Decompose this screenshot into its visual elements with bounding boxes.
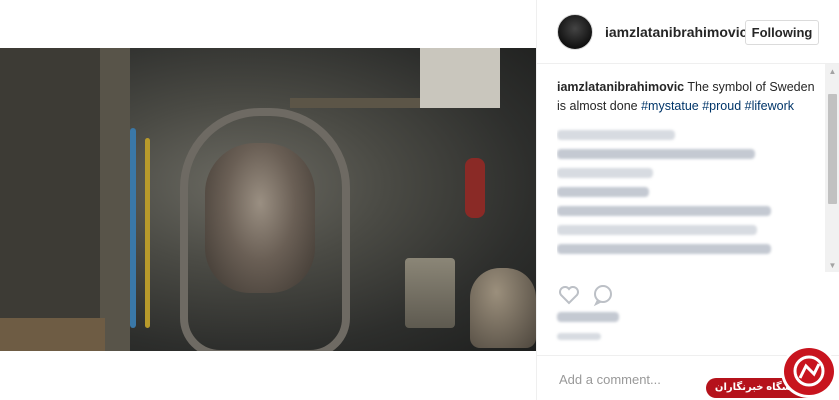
metal-bucket bbox=[405, 258, 455, 328]
hashtag-lifework[interactable]: #lifework bbox=[745, 99, 794, 113]
workshop-shelf bbox=[290, 98, 420, 108]
scroll-down-arrow-icon[interactable]: ▼ bbox=[825, 258, 839, 272]
workshop-wall bbox=[0, 48, 100, 351]
caption-username[interactable]: iamzlatanibrahimovic bbox=[557, 80, 684, 94]
paper-roll bbox=[420, 48, 500, 108]
metal-pot bbox=[470, 268, 536, 348]
username-link[interactable]: iamzlatanibrahimovic bbox=[605, 24, 747, 40]
comment-line bbox=[557, 244, 771, 254]
wood-pile bbox=[0, 318, 105, 351]
post-actions bbox=[557, 283, 637, 307]
comment-line bbox=[557, 149, 755, 159]
heart-icon[interactable] bbox=[557, 283, 581, 307]
post-header: iamzlatanibrahimovic Following bbox=[537, 0, 839, 64]
likes-count[interactable] bbox=[557, 312, 619, 322]
fire-extinguisher bbox=[465, 158, 485, 218]
comments-list: iamzlatanibrahimovic The symbol of Swede… bbox=[557, 78, 819, 268]
blue-cable bbox=[130, 128, 136, 328]
scroll-thumb[interactable] bbox=[828, 94, 837, 204]
hashtag-proud[interactable]: #proud bbox=[702, 99, 741, 113]
scroll-up-arrow-icon[interactable]: ▲ bbox=[825, 64, 839, 78]
load-more-comments[interactable] bbox=[557, 130, 675, 140]
comment-line bbox=[557, 187, 649, 197]
workshop-pillar bbox=[100, 48, 130, 351]
yellow-cable bbox=[145, 138, 150, 328]
comment-line bbox=[557, 206, 771, 216]
comment-line bbox=[557, 168, 653, 178]
watermark-logo-icon bbox=[781, 345, 837, 398]
statue-head bbox=[205, 143, 315, 293]
hashtag-mystatue[interactable]: #mystatue bbox=[641, 99, 699, 113]
comments-scrollbar[interactable]: ▲ ▼ bbox=[825, 64, 839, 272]
avatar[interactable] bbox=[557, 14, 593, 50]
post-media bbox=[0, 0, 536, 400]
comment-line bbox=[557, 225, 757, 235]
caption: iamzlatanibrahimovic The symbol of Swede… bbox=[557, 78, 819, 116]
following-button[interactable]: Following bbox=[745, 20, 819, 45]
post-video[interactable] bbox=[0, 48, 536, 351]
comment-icon[interactable] bbox=[591, 283, 615, 307]
post-sidebar: iamzlatanibrahimovic Following iamzlatan… bbox=[536, 0, 839, 400]
post-timestamp bbox=[557, 333, 601, 340]
